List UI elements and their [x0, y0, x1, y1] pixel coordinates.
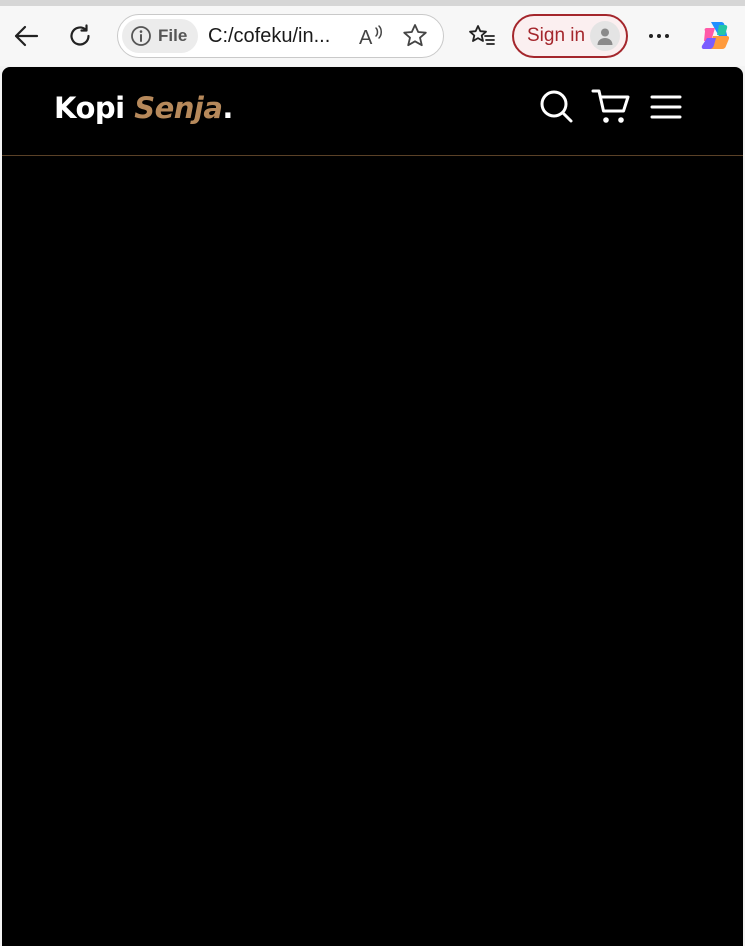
- info-icon: [130, 25, 152, 47]
- svg-text:A: A: [359, 27, 373, 49]
- logo-dot: .: [222, 91, 233, 125]
- favorites-button[interactable]: [462, 16, 502, 56]
- copilot-button[interactable]: [696, 16, 736, 56]
- favorites-list-icon: [468, 22, 496, 50]
- logo-text-senja: Senja: [134, 91, 223, 125]
- site-navbar: Kopi Senja.: [2, 67, 743, 156]
- read-aloud-icon[interactable]: A: [356, 21, 386, 51]
- site-logo[interactable]: Kopi Senja.: [54, 91, 233, 125]
- person-icon: [590, 21, 620, 51]
- refresh-button[interactable]: [60, 16, 100, 56]
- arrow-left-icon: [12, 22, 40, 50]
- cart-icon[interactable]: [591, 87, 631, 132]
- refresh-icon: [66, 22, 94, 50]
- copilot-icon: [699, 19, 733, 53]
- browser-toolbar: File C:/cofeku/in... A Sign in: [0, 6, 745, 66]
- address-bar[interactable]: File C:/cofeku/in... A: [117, 14, 444, 58]
- search-icon[interactable]: [537, 87, 575, 130]
- webpage-viewport: Kopi Senja.: [2, 67, 743, 946]
- site-info-label: File: [158, 26, 188, 45]
- sign-in-label: Sign in: [527, 25, 586, 46]
- url-text[interactable]: C:/cofeku/in...: [208, 15, 348, 57]
- logo-text-kopi: Kopi: [54, 91, 135, 125]
- sign-in-button[interactable]: Sign in: [512, 14, 628, 58]
- more-button[interactable]: [639, 16, 679, 56]
- star-icon[interactable]: [400, 21, 430, 51]
- back-button[interactable]: [6, 16, 46, 56]
- menu-icon[interactable]: [648, 87, 684, 130]
- site-info-button[interactable]: File: [122, 19, 198, 53]
- more-icon: [647, 24, 671, 48]
